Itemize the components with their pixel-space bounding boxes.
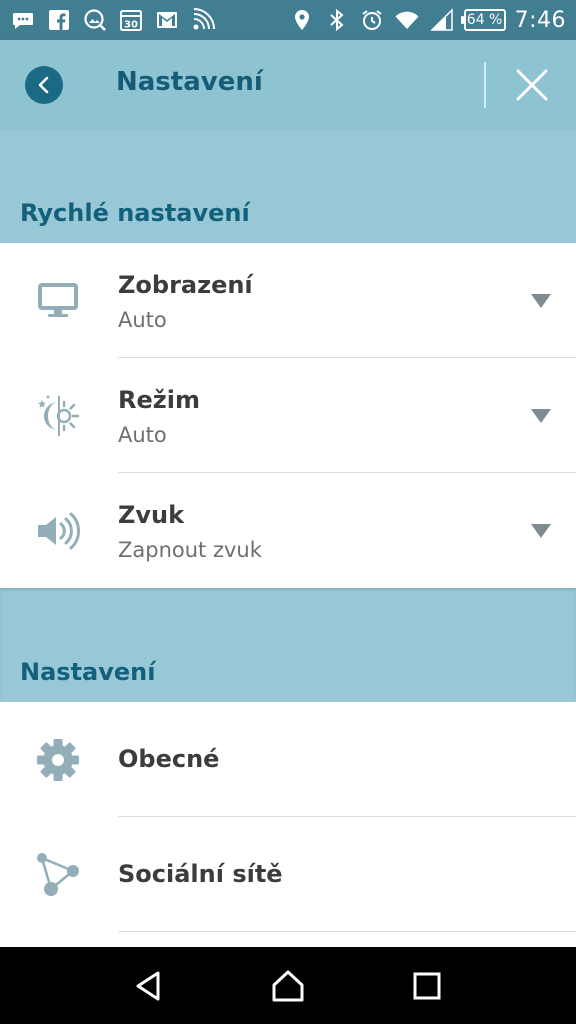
share-nodes-icon (32, 849, 84, 901)
app-bar-divider (484, 62, 486, 108)
calendar-icon: 30 (118, 7, 144, 33)
divider (118, 931, 576, 932)
item-title: Zobrazení (118, 271, 253, 299)
clock: 7:46 (514, 7, 566, 33)
recents-square-icon (413, 972, 441, 999)
quick-settings-header: Rychlé nastavení (0, 130, 576, 243)
bluetooth-icon (324, 7, 350, 33)
navigation-bar (0, 947, 576, 1024)
app-bar: Nastavení (0, 40, 576, 130)
back-button[interactable] (25, 66, 63, 104)
close-button[interactable] (509, 62, 555, 108)
nav-back-button[interactable] (125, 962, 173, 1010)
dropdown-arrow-icon (531, 294, 551, 308)
dropdown-arrow-icon (531, 524, 551, 538)
quick-setting-display[interactable]: Zobrazení Auto (0, 243, 576, 358)
monitor-icon (32, 275, 84, 327)
messaging-icon (10, 7, 36, 33)
gallery-icon (82, 7, 108, 33)
svg-text:30: 30 (124, 20, 138, 31)
chevron-left-icon (38, 76, 49, 94)
speaker-icon (32, 505, 84, 557)
signal-icon (429, 7, 455, 33)
item-value: Zapnout zvuk (118, 538, 262, 562)
settings-item-general[interactable]: Obecné (0, 702, 576, 817)
settings-header: Nastavení (0, 588, 576, 702)
back-triangle-icon (136, 971, 160, 1000)
page-title: Nastavení (116, 67, 263, 97)
battery-indicator: 64 % (460, 9, 506, 31)
settings-item-social[interactable]: Sociální sítě (0, 817, 576, 932)
quick-setting-sound[interactable]: Zvuk Zapnout zvuk (0, 473, 576, 588)
item-value: Auto (118, 423, 167, 447)
settings-list: Obecné Sociální sítě (0, 702, 576, 947)
alarm-icon (359, 7, 385, 33)
quick-settings-list: Zobrazení Auto Režim Auto Zvuk Zapnout z… (0, 243, 576, 588)
quick-setting-mode[interactable]: Režim Auto (0, 358, 576, 473)
dropdown-arrow-icon (531, 409, 551, 423)
section-title: Nastavení (20, 658, 156, 686)
item-value: Auto (118, 308, 167, 332)
nav-recents-button[interactable] (403, 962, 451, 1010)
gear-icon (32, 734, 84, 786)
status-bar: 30 64 % 7:46 (0, 0, 576, 40)
location-icon (289, 7, 315, 33)
section-title: Rychlé nastavení (20, 199, 250, 227)
item-title: Sociální sítě (118, 860, 283, 888)
item-title: Obecné (118, 745, 220, 773)
nav-home-button[interactable] (264, 962, 312, 1010)
item-title: Režim (118, 386, 200, 414)
home-icon (272, 970, 304, 1001)
day-night-icon (32, 390, 84, 442)
close-icon (516, 69, 548, 101)
item-title: Zvuk (118, 501, 185, 529)
wifi-icon (394, 7, 420, 33)
gmail-icon (154, 7, 180, 33)
facebook-icon (46, 7, 72, 33)
wireless-icon (190, 7, 216, 33)
